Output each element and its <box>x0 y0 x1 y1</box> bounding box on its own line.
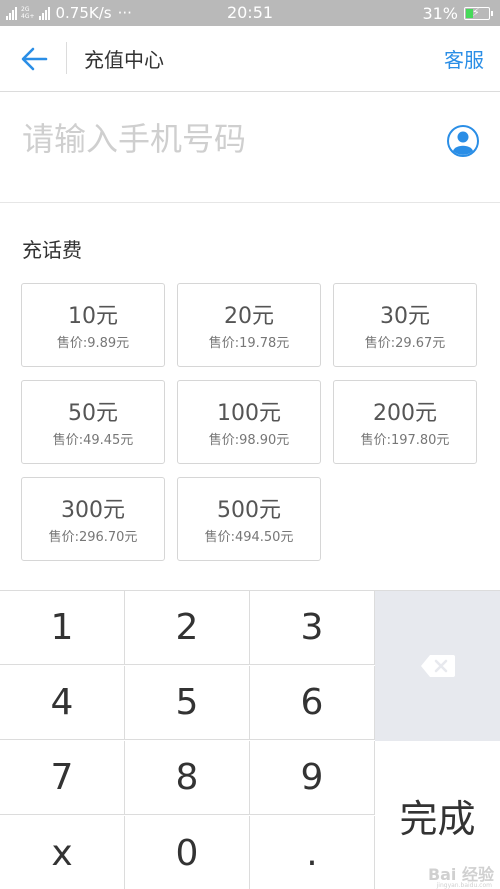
card-amount: 100元 <box>217 401 281 426</box>
card-price: 售价:197.80元 <box>360 433 450 448</box>
key-3[interactable]: 3 <box>250 591 375 665</box>
amount-card-100[interactable]: 100元 售价:98.90元 <box>177 380 321 464</box>
key-2[interactable]: 2 <box>125 591 250 665</box>
amount-card-30[interactable]: 30元 售价:29.67元 <box>333 283 477 367</box>
card-price: 售价:49.45元 <box>52 433 134 448</box>
header-divider <box>66 42 67 74</box>
amount-card-20[interactable]: 20元 售价:19.78元 <box>177 283 321 367</box>
card-price: 售价:9.89元 <box>56 336 130 351</box>
status-right: 31% ⚡ <box>422 0 493 26</box>
customer-service-link[interactable]: 客服 <box>444 44 484 73</box>
card-amount: 200元 <box>373 401 437 426</box>
key-5[interactable]: 5 <box>125 666 250 740</box>
card-amount: 30元 <box>380 304 430 329</box>
key-1[interactable]: 1 <box>0 591 125 665</box>
status-bar: 2G 4G+ 0.75K/s ··· 20:51 31% ⚡ <box>0 0 500 26</box>
card-amount: 10元 <box>68 304 118 329</box>
battery-icon: ⚡ <box>464 6 493 20</box>
amount-card-500[interactable]: 500元 售价:494.50元 <box>177 477 321 561</box>
key-9[interactable]: 9 <box>250 741 375 815</box>
amount-card-200[interactable]: 200元 售价:197.80元 <box>333 380 477 464</box>
amount-card-300[interactable]: 300元 售价:296.70元 <box>21 477 165 561</box>
key-7[interactable]: 7 <box>0 741 125 815</box>
key-6[interactable]: 6 <box>250 666 375 740</box>
battery-percent: 31% <box>422 3 458 23</box>
key-8[interactable]: 8 <box>125 741 250 815</box>
contact-picker-icon[interactable] <box>446 124 480 158</box>
card-price: 售价:494.50元 <box>204 530 294 545</box>
card-amount: 50元 <box>68 401 118 426</box>
key-x[interactable]: x <box>0 816 125 889</box>
card-amount: 20元 <box>224 304 274 329</box>
amount-card-10[interactable]: 10元 售价:9.89元 <box>21 283 165 367</box>
card-amount: 300元 <box>61 498 125 523</box>
amount-card-50[interactable]: 50元 售价:49.45元 <box>21 380 165 464</box>
delete-key[interactable] <box>375 591 500 741</box>
key-0[interactable]: 0 <box>125 816 250 889</box>
card-price: 售价:296.70元 <box>48 530 138 545</box>
page-title: 充值中心 <box>84 48 164 72</box>
back-arrow-icon[interactable] <box>20 46 48 72</box>
section-title-recharge: 充话费 <box>22 238 82 262</box>
app-header: 充值中心 客服 <box>0 26 500 92</box>
key-4[interactable]: 4 <box>0 666 125 740</box>
card-price: 售价:98.90元 <box>208 433 290 448</box>
card-price: 售价:29.67元 <box>364 336 446 351</box>
backspace-icon <box>420 655 455 677</box>
card-amount: 500元 <box>217 498 281 523</box>
card-price: 售价:19.78元 <box>208 336 290 351</box>
phone-input-row <box>0 93 500 203</box>
key-dot[interactable]: . <box>250 816 375 889</box>
phone-number-input[interactable] <box>22 115 422 163</box>
numeric-keypad: 1 2 3 4 5 6 7 8 9 x 0 . 完成 Bai 经验 jingya… <box>0 590 500 889</box>
baidu-watermark-url: jingyan.baidu.com <box>436 882 492 889</box>
